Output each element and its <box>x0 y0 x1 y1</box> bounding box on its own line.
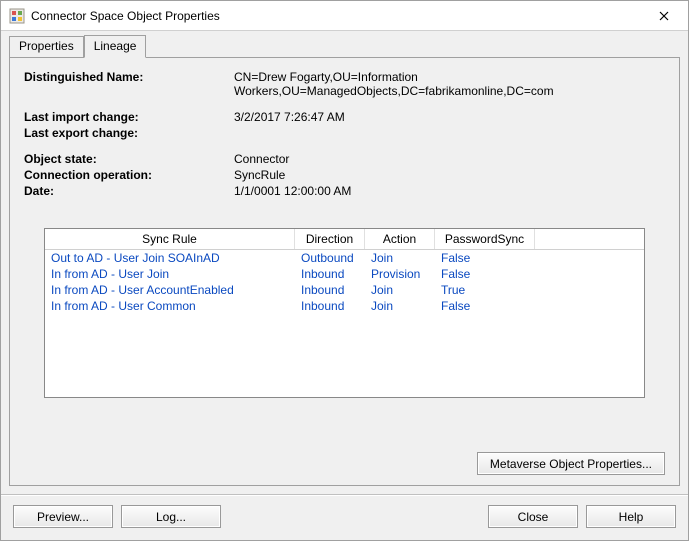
table-row[interactable]: In from AD - User Join Inbound Provision… <box>45 266 644 282</box>
cell-passwordsync: False <box>435 298 535 314</box>
last-export-value <box>234 126 665 140</box>
grid-header: Sync Rule Direction Action PasswordSync <box>45 229 644 250</box>
cell-rule: In from AD - User Join <box>45 266 295 282</box>
dn-value: CN=Drew Fogarty,OU=Information Workers,O… <box>234 70 665 98</box>
col-header-spacer <box>535 229 644 249</box>
titlebar: Connector Space Object Properties <box>1 1 688 31</box>
app-icon <box>9 8 25 24</box>
help-button[interactable]: Help <box>586 505 676 528</box>
cell-direction: Inbound <box>295 282 365 298</box>
cell-action: Join <box>365 250 435 266</box>
log-button[interactable]: Log... <box>121 505 221 528</box>
dn-label: Distinguished Name: <box>24 70 234 98</box>
tabstrip: Properties Lineage <box>9 35 680 57</box>
col-header-direction[interactable]: Direction <box>295 229 365 249</box>
dialog-button-bar: Preview... Log... Close Help <box>1 494 688 540</box>
col-header-sync-rule[interactable]: Sync Rule <box>45 229 295 249</box>
date-value: 1/1/0001 12:00:00 AM <box>234 184 665 198</box>
tab-properties[interactable]: Properties <box>9 36 84 57</box>
cell-direction: Outbound <box>295 250 365 266</box>
connection-operation-value: SyncRule <box>234 168 665 182</box>
sync-rule-grid[interactable]: Sync Rule Direction Action PasswordSync … <box>44 228 645 398</box>
cell-rule: In from AD - User AccountEnabled <box>45 282 295 298</box>
object-state-label: Object state: <box>24 152 234 166</box>
last-import-label: Last import change: <box>24 110 234 124</box>
cell-direction: Inbound <box>295 298 365 314</box>
last-export-label: Last export change: <box>24 126 234 140</box>
cell-action: Provision <box>365 266 435 282</box>
table-row[interactable]: Out to AD - User Join SOAInAD Outbound J… <box>45 250 644 266</box>
table-row[interactable]: In from AD - User Common Inbound Join Fa… <box>45 298 644 314</box>
tab-lineage[interactable]: Lineage <box>84 35 147 58</box>
object-state-value: Connector <box>234 152 665 166</box>
last-import-value: 3/2/2017 7:26:47 AM <box>234 110 665 124</box>
connection-operation-label: Connection operation: <box>24 168 234 182</box>
table-row[interactable]: In from AD - User AccountEnabled Inbound… <box>45 282 644 298</box>
cell-passwordsync: False <box>435 250 535 266</box>
client-area: Properties Lineage Distinguished Name: C… <box>1 31 688 494</box>
dialog-window: Connector Space Object Properties Proper… <box>0 0 689 541</box>
cell-direction: Inbound <box>295 266 365 282</box>
cell-passwordsync: False <box>435 266 535 282</box>
date-label: Date: <box>24 184 234 198</box>
tab-panel-lineage: Distinguished Name: CN=Drew Fogarty,OU=I… <box>9 57 680 486</box>
close-button[interactable]: Close <box>488 505 578 528</box>
cell-rule: In from AD - User Common <box>45 298 295 314</box>
metaverse-object-properties-button[interactable]: Metaverse Object Properties... <box>477 452 665 475</box>
cell-rule: Out to AD - User Join SOAInAD <box>45 250 295 266</box>
cell-passwordsync: True <box>435 282 535 298</box>
window-close-button[interactable] <box>642 2 686 30</box>
col-header-action[interactable]: Action <box>365 229 435 249</box>
grid-body: Out to AD - User Join SOAInAD Outbound J… <box>45 250 644 397</box>
fields-block: Distinguished Name: CN=Drew Fogarty,OU=I… <box>24 70 665 200</box>
preview-button[interactable]: Preview... <box>13 505 113 528</box>
cell-action: Join <box>365 282 435 298</box>
cell-action: Join <box>365 298 435 314</box>
window-title: Connector Space Object Properties <box>31 9 642 23</box>
col-header-passwordsync[interactable]: PasswordSync <box>435 229 535 249</box>
